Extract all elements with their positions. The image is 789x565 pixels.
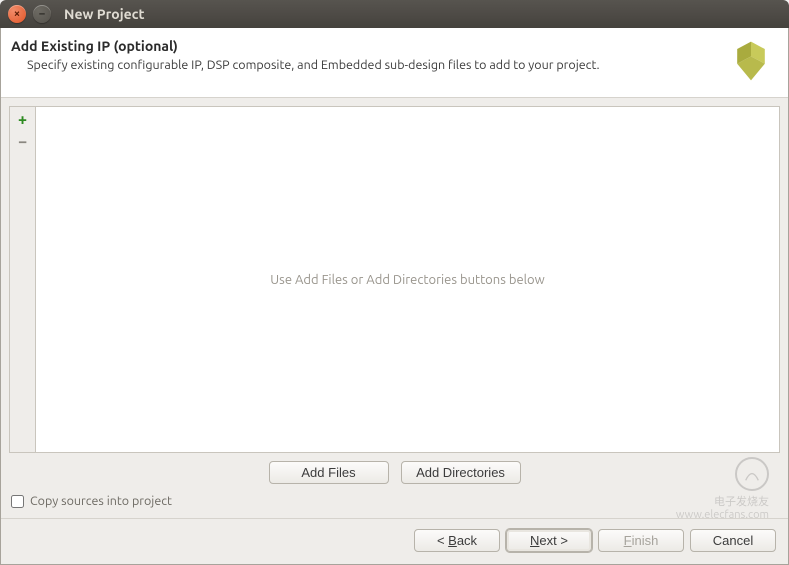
window-minimize-button[interactable]: – <box>33 5 51 23</box>
copy-sources-checkbox[interactable] <box>11 495 24 508</box>
next-button[interactable]: Next > <box>506 529 592 552</box>
page-description: Specify existing configurable IP, DSP co… <box>27 58 600 72</box>
add-icon[interactable]: + <box>13 111 33 129</box>
ip-list-empty-placeholder: Use Add Files or Add Directories buttons… <box>36 107 779 452</box>
ip-list-panel: + − Use Add Files or Add Directories but… <box>9 106 780 453</box>
finish-button: Finish <box>598 529 684 552</box>
window-title: New Project <box>64 6 145 22</box>
copy-sources-row[interactable]: Copy sources into project <box>9 490 780 510</box>
back-button[interactable]: < Back <box>414 529 500 552</box>
add-directories-button[interactable]: Add Directories <box>401 461 521 484</box>
wizard-header-text: Add Existing IP (optional) Specify exist… <box>11 38 600 72</box>
panel-side-toolbar: + − <box>10 107 36 452</box>
vendor-logo-icon <box>728 38 774 87</box>
titlebar: × – New Project <box>0 0 789 28</box>
dialog-body: Add Existing IP (optional) Specify exist… <box>0 28 789 565</box>
page-title: Add Existing IP (optional) <box>11 38 600 54</box>
cancel-button[interactable]: Cancel <box>690 529 776 552</box>
window-close-button[interactable]: × <box>8 5 26 23</box>
wizard-content: + − Use Add Files or Add Directories but… <box>1 98 788 518</box>
remove-icon[interactable]: − <box>13 133 33 151</box>
add-files-button[interactable]: Add Files <box>269 461 389 484</box>
copy-sources-label: Copy sources into project <box>30 494 172 508</box>
wizard-header: Add Existing IP (optional) Specify exist… <box>1 28 788 98</box>
add-buttons-row: Add Files Add Directories <box>9 453 780 490</box>
wizard-footer: < Back Next > Finish Cancel <box>1 518 788 564</box>
